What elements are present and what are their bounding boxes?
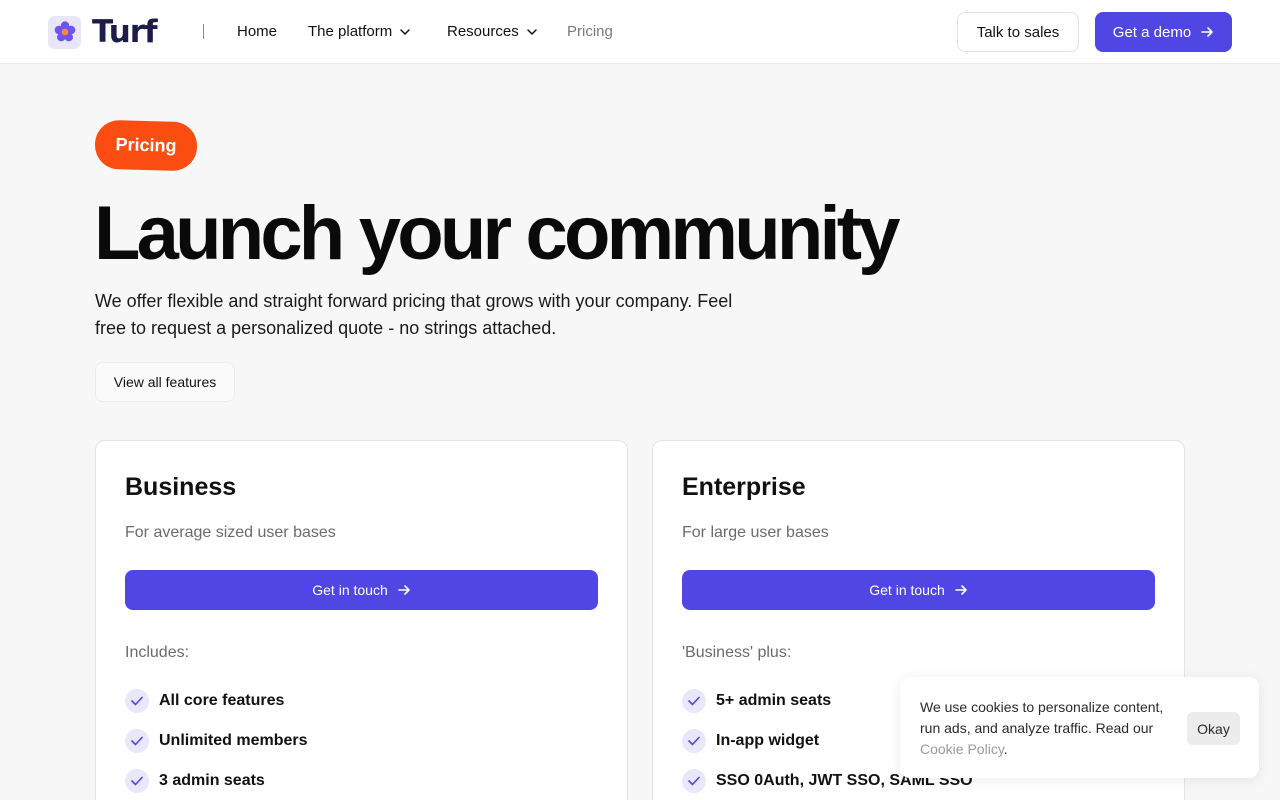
nav-link-label: Pricing: [567, 23, 613, 40]
nav-link-pricing[interactable]: Pricing: [567, 22, 613, 42]
check-icon: [682, 689, 706, 713]
includes-label: 'Business' plus:: [682, 644, 792, 661]
feature-label: All core features: [159, 692, 285, 709]
check-icon: [682, 729, 706, 753]
feature-label: 3 admin seats: [159, 772, 265, 789]
arrow-right-icon: [397, 584, 411, 596]
get-demo-label: Get a demo: [1112, 23, 1192, 41]
get-in-touch-button[interactable]: Get in touch: [125, 570, 598, 610]
feature-item: Unlimited members: [125, 729, 307, 753]
plan-description: For average sized user bases: [125, 524, 336, 541]
page-subtitle: We offer flexible and straight forward p…: [95, 291, 733, 338]
feature-item: All core features: [125, 689, 307, 713]
check-icon: [125, 729, 149, 753]
nav-link-label: Resources: [447, 23, 519, 40]
nav-dropdown-resources[interactable]: Resources: [447, 22, 537, 42]
plan-card-business: Business For average sized user bases Ge…: [95, 440, 628, 800]
cookie-banner: We use cookies to personalize content, r…: [900, 677, 1259, 778]
plan-description: For large user bases: [682, 524, 829, 541]
chevron-down-icon: [526, 29, 537, 35]
brand-name: Turf: [92, 14, 158, 50]
cookie-message-text: We use cookies to personalize content, r…: [920, 699, 1164, 736]
talk-to-sales-button[interactable]: Talk to sales: [957, 12, 1079, 52]
feature-label: Unlimited members: [159, 732, 308, 749]
get-demo-button[interactable]: Get a demo: [1095, 12, 1232, 52]
nav-link-label: The platform: [308, 23, 393, 40]
cookie-okay-button[interactable]: Okay: [1187, 712, 1240, 745]
flower-logo-icon: [48, 15, 81, 49]
nav-link-home[interactable]: Home: [237, 22, 277, 42]
get-in-touch-label: Get in touch: [312, 582, 388, 598]
feature-list: All core features Unlimited members 3 ad…: [125, 689, 307, 800]
feature-item: 3 admin seats: [125, 769, 307, 793]
page-title: Launch your community: [94, 191, 901, 276]
plan-name: Business: [125, 473, 237, 501]
check-icon: [125, 689, 149, 713]
nav-link-label: Home: [237, 23, 278, 40]
cookie-policy-link[interactable]: Cookie Policy: [920, 741, 1004, 757]
check-icon: [125, 769, 149, 793]
nav-dropdown-platform[interactable]: The platform: [308, 22, 410, 42]
feature-label: In-app widget: [716, 732, 820, 749]
pricing-badge: Pricing: [94, 119, 198, 172]
arrow-right-icon: [954, 584, 968, 596]
check-icon: [682, 769, 706, 793]
top-navbar: Turf Home The platform Resources Pricing…: [0, 0, 1280, 64]
nav-divider: [203, 24, 204, 39]
feature-label: 5+ admin seats: [716, 692, 832, 709]
includes-label: Includes:: [125, 644, 190, 661]
plan-name: Enterprise: [682, 473, 806, 501]
brand-logo[interactable]: Turf: [48, 14, 158, 50]
chevron-down-icon: [400, 29, 410, 35]
cookie-message: We use cookies to personalize content, r…: [920, 697, 1170, 760]
arrow-right-icon: [1201, 26, 1214, 38]
view-all-features-button[interactable]: View all features: [95, 362, 235, 402]
cookie-message-suffix: .: [1003, 741, 1008, 757]
get-in-touch-button[interactable]: Get in touch: [682, 570, 1155, 610]
get-in-touch-label: Get in touch: [869, 582, 945, 598]
